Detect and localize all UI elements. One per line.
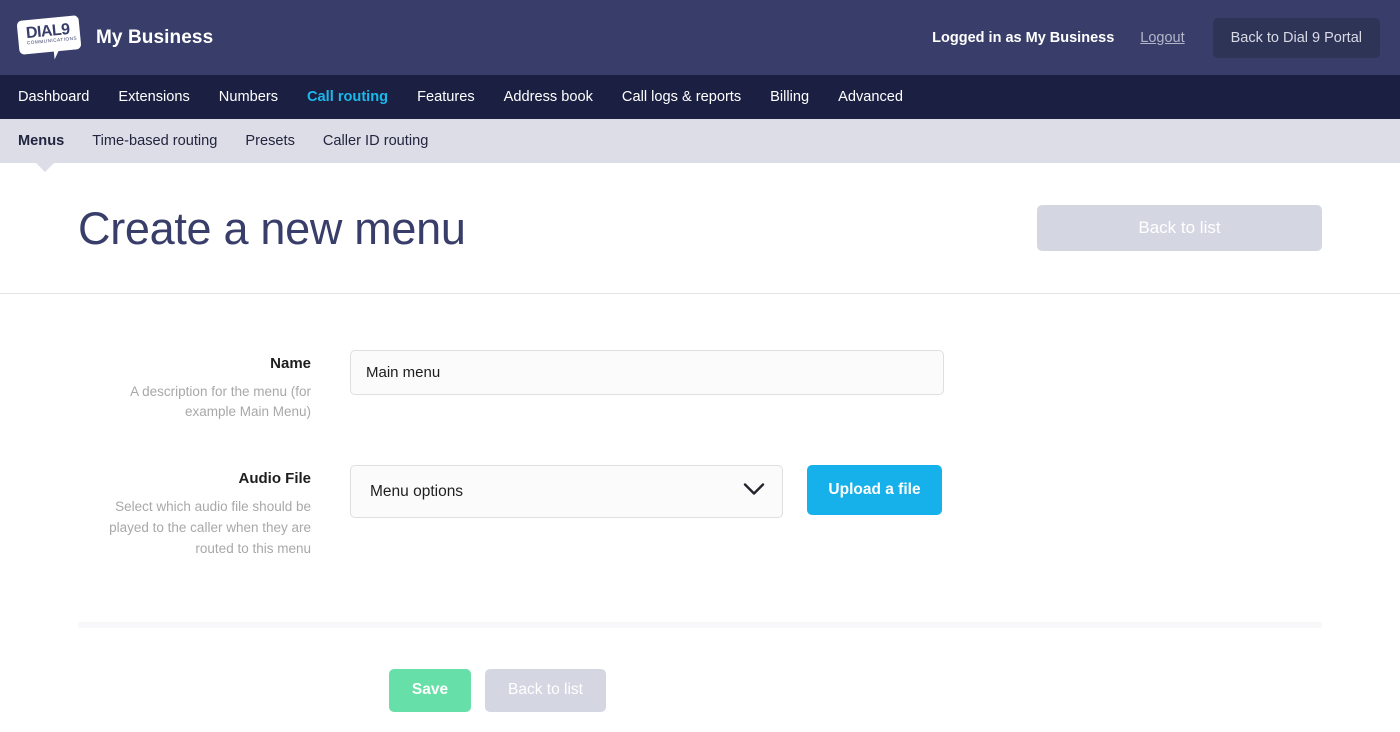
audio-file-label-column: Audio File Select which audio file shoul… [78, 465, 350, 559]
brand[interactable]: DIAL9 COMMUNICATIONS My Business [16, 14, 214, 60]
audio-file-hint: Select which audio file should be played… [109, 498, 311, 556]
main-navigation: Dashboard Extensions Numbers Call routin… [0, 75, 1400, 128]
subnav-item-menus[interactable]: Menus [18, 133, 64, 149]
audio-file-select-wrapper: Menu options [350, 465, 783, 519]
form-row-audio-file: Audio File Select which audio file shoul… [78, 423, 1322, 559]
brand-name: My Business [96, 26, 214, 48]
back-to-portal-button[interactable]: Back to Dial 9 Portal [1212, 17, 1380, 58]
footer-actions: Save Back to list [0, 628, 1400, 712]
subnav-item-time-based-routing[interactable]: Time-based routing [92, 133, 217, 149]
upload-a-file-button[interactable]: Upload a file [807, 465, 942, 516]
audio-file-select-value: Menu options [370, 482, 464, 500]
dial9-logo-icon[interactable]: DIAL9 COMMUNICATIONS [16, 14, 82, 60]
footer-back-to-list-button[interactable]: Back to list [485, 668, 606, 712]
subnav-item-caller-id-routing[interactable]: Caller ID routing [323, 133, 428, 149]
page-header: Create a new menu Back to list [0, 163, 1400, 294]
page-title: Create a new menu [78, 202, 466, 254]
name-label-column: Name A description for the menu (for exa… [78, 350, 350, 423]
audio-file-input-column: Menu options Upload a file [350, 465, 1322, 519]
sub-navigation: Menus Time-based routing Presets Caller … [0, 119, 1400, 172]
audio-file-select[interactable]: Menu options [350, 465, 783, 519]
nav-item-advanced[interactable]: Advanced [838, 89, 903, 105]
nav-item-call-logs-reports[interactable]: Call logs & reports [622, 89, 741, 105]
top-header-bar: DIAL9 COMMUNICATIONS My Business Logged … [0, 0, 1400, 75]
name-label: Name [270, 355, 311, 372]
nav-item-billing[interactable]: Billing [770, 89, 809, 105]
nav-item-extensions[interactable]: Extensions [118, 89, 189, 105]
nav-item-numbers[interactable]: Numbers [219, 89, 278, 105]
form-row-name: Name A description for the menu (for exa… [78, 294, 1322, 423]
header-back-to-list-button[interactable]: Back to list [1037, 205, 1322, 251]
menu-form: Name A description for the menu (for exa… [0, 294, 1400, 560]
nav-item-features[interactable]: Features [417, 89, 475, 105]
logged-in-status: Logged in as My Business [932, 29, 1115, 46]
header-account-area: Logged in as My Business Logout Back to … [932, 17, 1380, 58]
nav-item-call-routing[interactable]: Call routing [307, 89, 388, 105]
nav-item-dashboard[interactable]: Dashboard [18, 89, 89, 105]
audio-file-label: Audio File [238, 470, 312, 488]
logout-link[interactable]: Logout [1140, 30, 1184, 46]
active-subnav-pointer-icon [36, 163, 54, 172]
nav-item-address-book[interactable]: Address book [504, 89, 593, 105]
subnav-item-presets[interactable]: Presets [245, 133, 294, 149]
name-input-column [350, 350, 1322, 395]
menu-name-input[interactable] [350, 350, 944, 395]
save-button[interactable]: Save [389, 668, 471, 712]
name-hint: A description for the menu (for example … [130, 383, 311, 420]
